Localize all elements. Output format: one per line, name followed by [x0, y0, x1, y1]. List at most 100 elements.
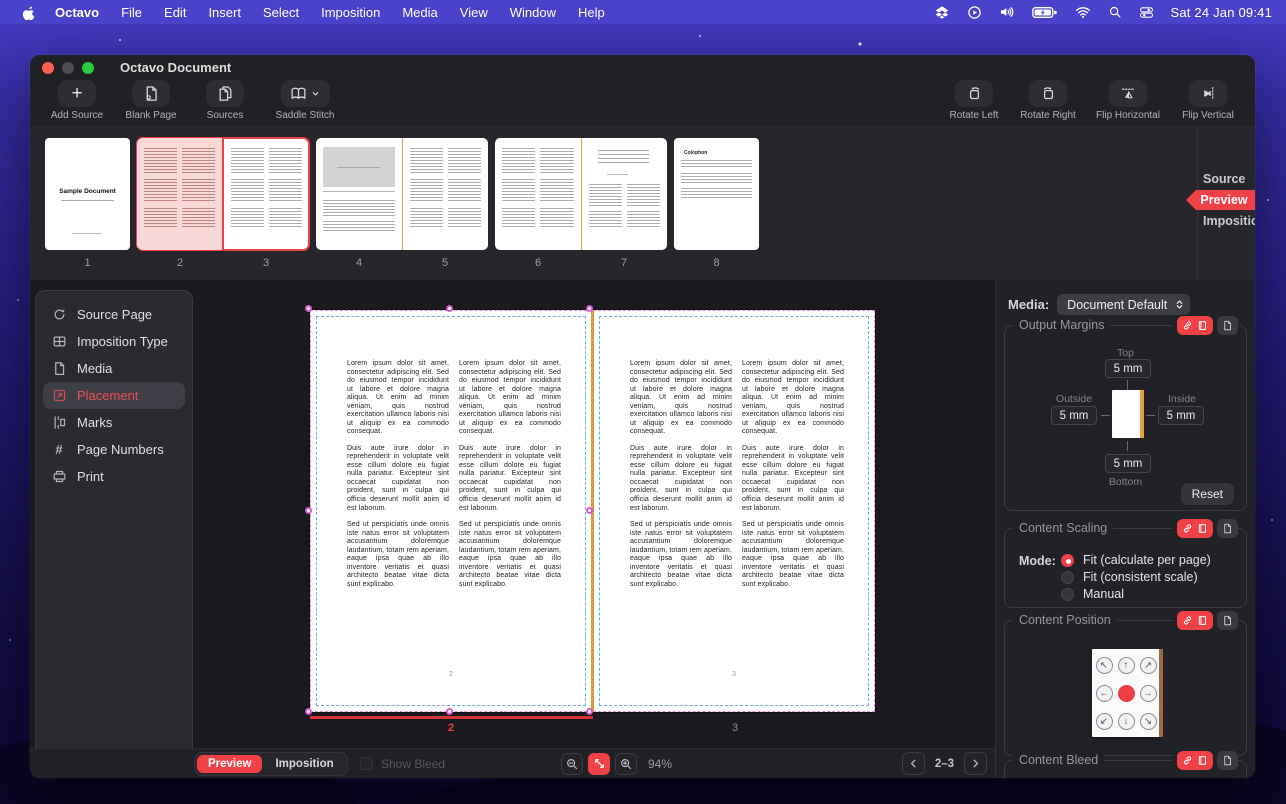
menu-file[interactable]: File: [110, 5, 153, 20]
add-source-button[interactable]: + Add Source: [44, 80, 110, 121]
scope-page-button[interactable]: [1217, 316, 1238, 335]
preview-mode-button[interactable]: Preview: [197, 754, 263, 773]
dropbox-icon[interactable]: [934, 4, 950, 20]
menu-bar-clock[interactable]: Sat 24 Jan 09:41: [1171, 5, 1273, 20]
sidebar-item-page-numbers[interactable]: # Page Numbers: [43, 436, 185, 463]
saddle-stitch-button[interactable]: Saddle Stitch: [266, 80, 344, 121]
tab-source[interactable]: Source: [1197, 172, 1255, 186]
outside-margin-input[interactable]: [1051, 406, 1097, 425]
menu-edit[interactable]: Edit: [153, 5, 197, 20]
position-right-button[interactable]: →: [1139, 684, 1157, 702]
control-center-icon[interactable]: [1139, 5, 1154, 20]
thumbnail-page-7[interactable]: [582, 138, 668, 250]
volume-icon[interactable]: [999, 4, 1015, 20]
zoom-out-button[interactable]: [561, 752, 583, 775]
thumbnail-page-4[interactable]: [316, 138, 402, 250]
minimize-button[interactable]: [62, 61, 74, 74]
sidebar-item-imposition-type[interactable]: Imposition Type: [43, 328, 185, 355]
zoom-fit-button[interactable]: [588, 752, 610, 775]
reset-margins-button[interactable]: Reset: [1180, 483, 1234, 505]
thumbnail-page-8[interactable]: Colophon 8: [674, 138, 759, 269]
show-bleed-checkbox[interactable]: [360, 757, 373, 770]
play-circle-icon[interactable]: [967, 5, 982, 20]
resize-handle[interactable]: [446, 708, 453, 715]
resize-handle[interactable]: [446, 305, 453, 312]
menu-window[interactable]: Window: [499, 5, 567, 20]
menu-media[interactable]: Media: [391, 5, 448, 20]
imposition-mode-button[interactable]: Imposition: [264, 755, 344, 773]
menu-help[interactable]: Help: [567, 5, 616, 20]
radio-fit-consistent[interactable]: [1061, 570, 1074, 584]
menu-view[interactable]: View: [449, 5, 499, 20]
menu-imposition[interactable]: Imposition: [310, 5, 391, 20]
spotlight-search-icon[interactable]: [1108, 5, 1122, 19]
tab-preview[interactable]: Preview: [1186, 190, 1255, 210]
thumbnail-spread-6-7[interactable]: 6 7: [495, 138, 667, 269]
scope-linked-book-button[interactable]: [1177, 316, 1213, 335]
battery-icon[interactable]: [1032, 6, 1058, 19]
next-spread-button[interactable]: [964, 752, 987, 775]
selected-spread[interactable]: [136, 137, 310, 251]
position-center-button[interactable]: [1117, 684, 1135, 702]
position-bottom-right-button[interactable]: ↘: [1139, 712, 1157, 730]
zoom-in-button[interactable]: [615, 752, 637, 775]
scope-page-button[interactable]: [1217, 751, 1238, 770]
page-icon: [1222, 615, 1233, 626]
resize-handle[interactable]: [305, 305, 312, 312]
position-bottom-button[interactable]: ↓: [1117, 712, 1135, 730]
sources-button[interactable]: Sources: [192, 80, 258, 121]
resize-handle[interactable]: [586, 708, 593, 715]
scope-page-button[interactable]: [1217, 611, 1238, 630]
sidebar-item-marks[interactable]: Marks: [43, 409, 185, 436]
close-button[interactable]: [42, 61, 54, 74]
tab-imposition[interactable]: Imposition: [1197, 214, 1255, 228]
apple-menu[interactable]: [14, 5, 44, 20]
radio-fit-per-page[interactable]: [1061, 553, 1074, 567]
scope-linked-book-button[interactable]: [1177, 611, 1213, 630]
menu-insert[interactable]: Insert: [197, 5, 252, 20]
position-bottom-left-button[interactable]: ↙: [1095, 712, 1113, 730]
sidebar-item-placement[interactable]: Placement: [43, 382, 185, 409]
menu-app-name[interactable]: Octavo: [44, 5, 110, 20]
rotate-left-button[interactable]: Rotate Left: [941, 80, 1007, 121]
sidebar-item-media[interactable]: Media: [43, 355, 185, 382]
source-page-icon: [51, 307, 67, 322]
zoom-window-button[interactable]: [82, 61, 94, 74]
thumbnail-page-1[interactable]: Sample Document 1: [45, 138, 130, 269]
page-label-2: 2: [447, 722, 455, 734]
scope-page-button[interactable]: [1217, 519, 1238, 538]
blank-page-button[interactable]: Blank Page: [118, 80, 184, 121]
position-top-left-button[interactable]: ↖: [1095, 656, 1113, 674]
thumbnail-spread-4-5[interactable]: 4 5: [316, 138, 488, 269]
position-top-button[interactable]: ↑: [1117, 656, 1135, 674]
sidebar-item-source-page[interactable]: Source Page: [43, 301, 185, 328]
position-left-button[interactable]: ←: [1095, 684, 1113, 702]
sidebar-item-print[interactable]: Print: [43, 463, 185, 490]
thumbnail-page-3[interactable]: [224, 138, 309, 250]
preview-page-3[interactable]: Lorem ipsum dolor sit amet, consectetur …: [593, 310, 875, 712]
resize-handle[interactable]: [586, 507, 593, 514]
resize-handle[interactable]: [305, 708, 312, 715]
scope-linked-book-button[interactable]: [1177, 519, 1213, 538]
scope-linked-book-button[interactable]: [1177, 751, 1213, 770]
preview-page-2[interactable]: Lorem ipsum dolor sit amet, consectetur …: [305, 305, 593, 715]
book-icon: [1197, 523, 1208, 534]
thumbnail-spread-2-3[interactable]: 2 3: [136, 137, 310, 269]
media-dropdown[interactable]: Document Default: [1057, 294, 1191, 315]
radio-manual[interactable]: [1061, 587, 1074, 601]
wifi-icon[interactable]: [1075, 4, 1091, 20]
menu-select[interactable]: Select: [252, 5, 310, 20]
rotate-right-button[interactable]: Rotate Right: [1015, 80, 1081, 121]
flip-horizontal-button[interactable]: Flip Horizontal: [1089, 80, 1167, 121]
thumbnail-page-5[interactable]: [403, 138, 489, 250]
previous-spread-button[interactable]: [901, 752, 925, 775]
position-top-right-button[interactable]: ↗: [1139, 656, 1157, 674]
thumbnail-page-2[interactable]: [137, 138, 222, 250]
inside-margin-input[interactable]: [1158, 406, 1204, 425]
thumbnail-page-6[interactable]: [495, 138, 581, 250]
resize-handle[interactable]: [586, 305, 593, 312]
bottom-margin-input[interactable]: [1105, 454, 1151, 473]
resize-handle[interactable]: [305, 507, 312, 514]
top-margin-input[interactable]: [1105, 359, 1151, 378]
flip-vertical-button[interactable]: Flip Vertical: [1175, 80, 1241, 121]
